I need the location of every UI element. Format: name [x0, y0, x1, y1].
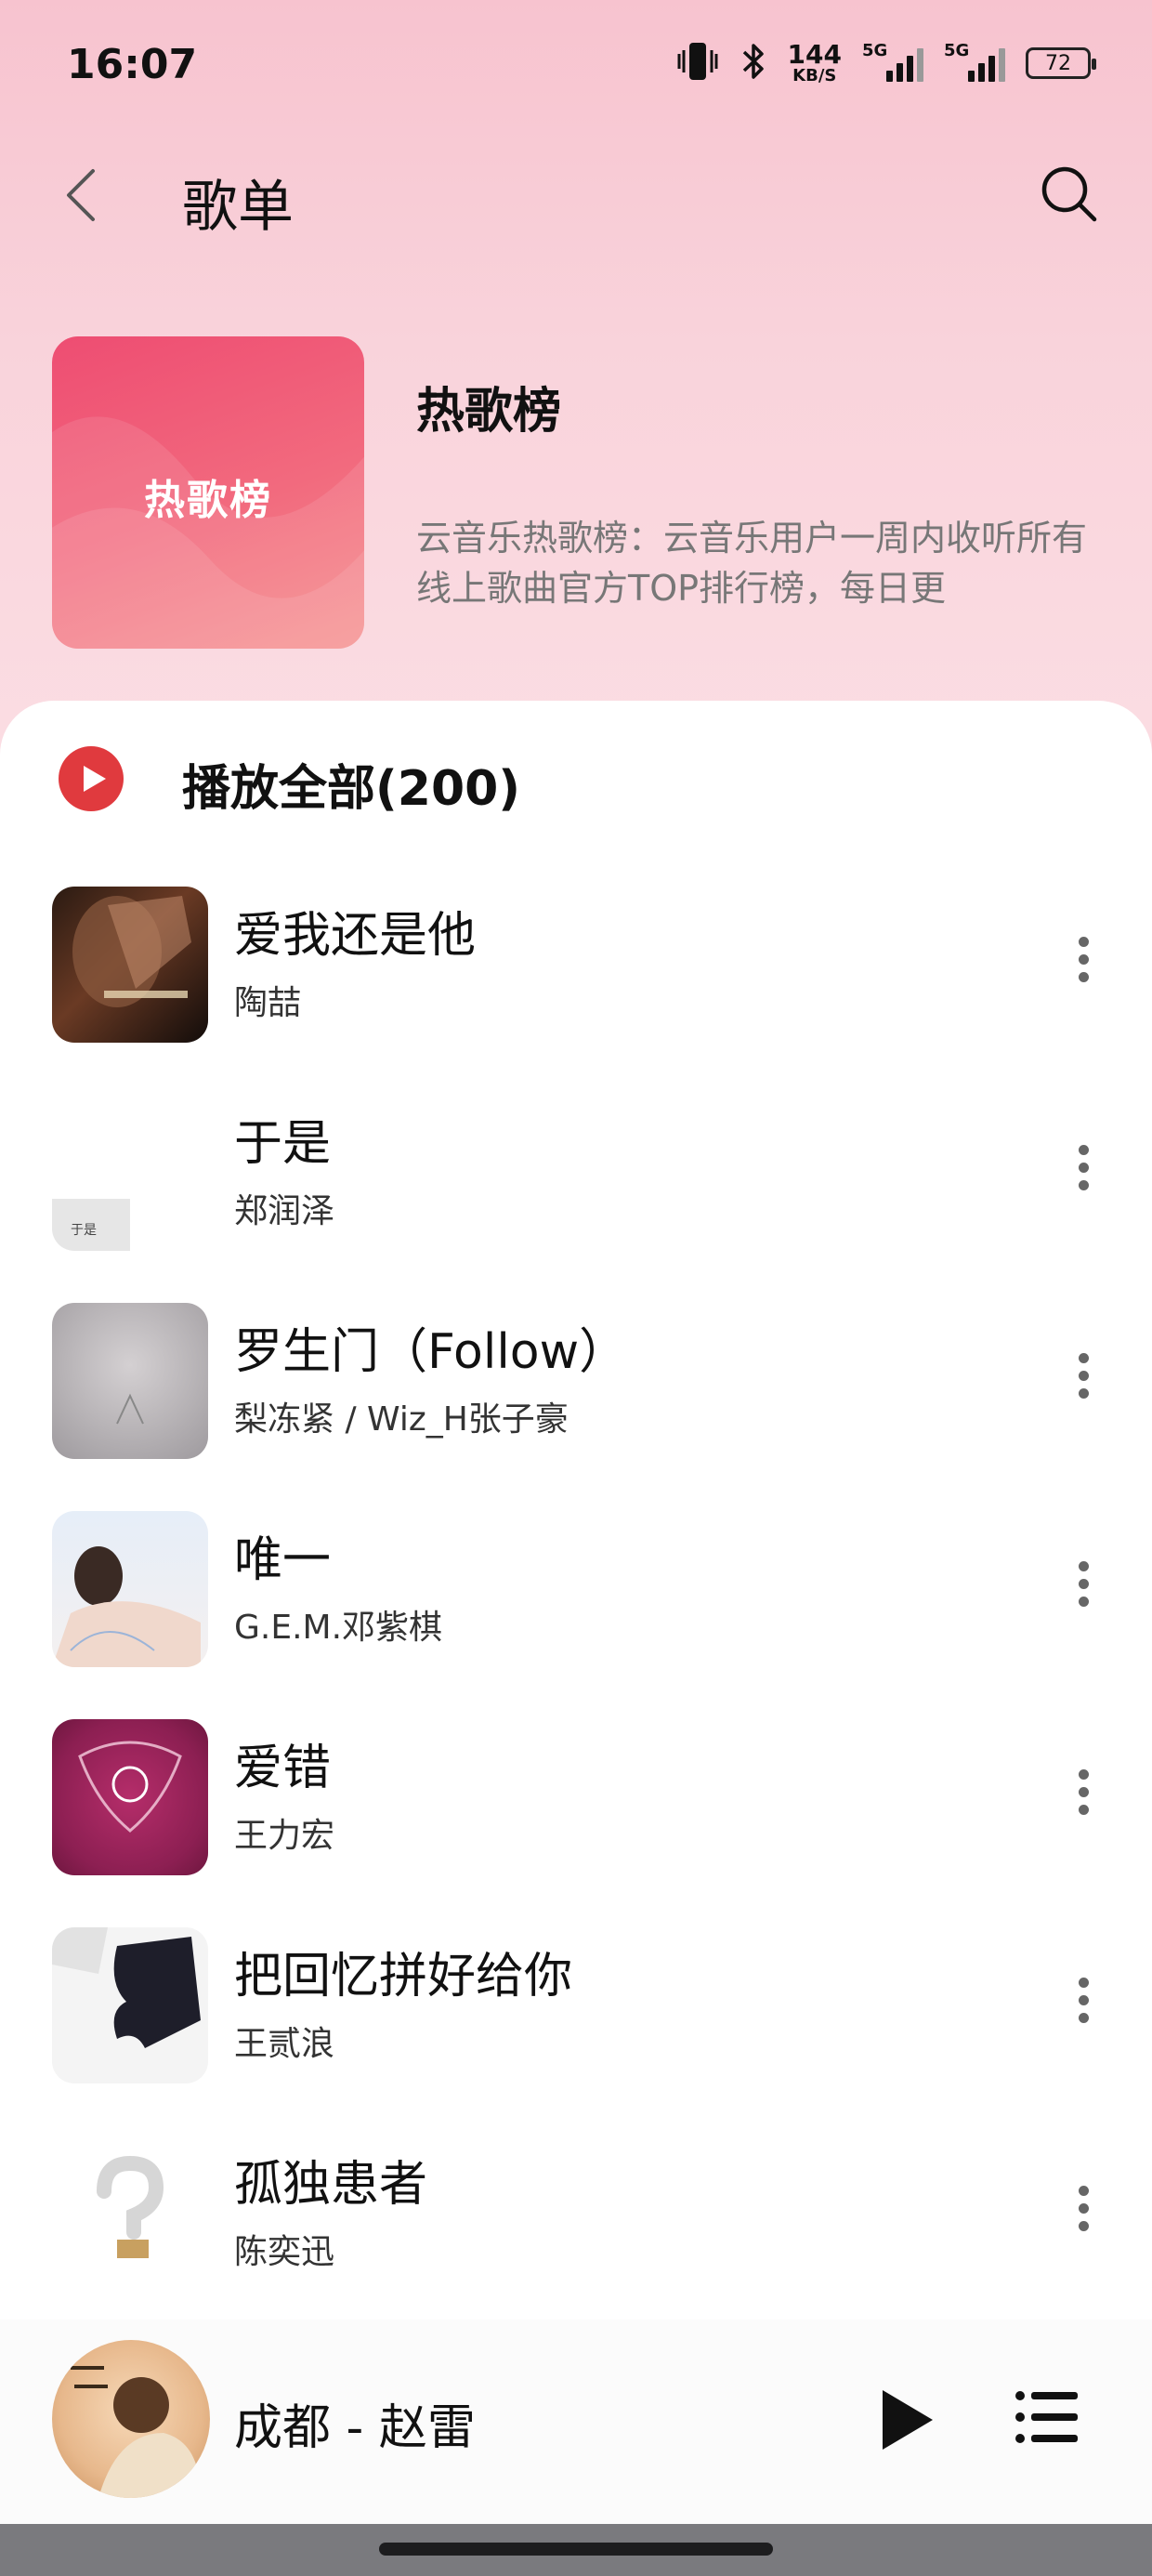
song-row[interactable]: 爱我还是他 陶喆 [0, 859, 1152, 1067]
sim2-label: 5G [944, 41, 970, 60]
more-options-icon[interactable] [1072, 937, 1094, 992]
playlist-title: 热歌榜 [416, 384, 562, 440]
home-indicator[interactable] [379, 2543, 773, 2556]
album-art [52, 1719, 208, 1875]
bluetooth-icon [740, 41, 767, 85]
signal-sim2-icon: 5G [944, 41, 1005, 82]
song-artist: 陶喆 [234, 984, 302, 1022]
now-playing-title: 成都 - 赵雷 [234, 2400, 476, 2456]
album-art [52, 1303, 208, 1459]
playlist-queue-icon[interactable] [1015, 2388, 1078, 2446]
album-art: 于是 [52, 1095, 208, 1251]
song-artist: 梨冻紧 / Wiz_H张子豪 [234, 1400, 569, 1439]
song-title: 唯一 [234, 1532, 332, 1588]
song-row[interactable]: 爱错 王力宏 [0, 1691, 1152, 1899]
cover-text: 热歌榜 [144, 477, 272, 524]
album-art [52, 887, 208, 1043]
sim1-label: 5G [862, 41, 888, 60]
playlist-cover: 热歌榜 [52, 336, 364, 649]
song-title: 孤独患者 [234, 2157, 428, 2213]
song-row[interactable]: 孤独患者 陈奕迅 [0, 2108, 1152, 2316]
network-speed-value: 144 [787, 39, 842, 70]
more-options-icon[interactable] [1072, 1561, 1094, 1617]
network-speed-unit: KB/S [792, 66, 837, 85]
top-nav: 歌单 [0, 149, 1152, 242]
status-bar: 16:07 144 KB/S 5G 5G 72 [0, 0, 1152, 139]
play-icon[interactable] [877, 2386, 936, 2453]
signal-sim1-icon: 5G [862, 41, 923, 82]
battery-icon: 72 [1026, 47, 1096, 79]
song-title: 把回忆拼好给你 [234, 1949, 573, 2004]
system-navigation-bar [0, 2524, 1152, 2576]
album-art [52, 1927, 208, 2083]
more-options-icon[interactable] [1072, 1769, 1094, 1825]
playlist-description[interactable]: 云音乐热歌榜：云音乐用户一周内收听所有线上歌曲官方TOP排行榜，每日更 [416, 513, 1094, 613]
more-options-icon[interactable] [1072, 1978, 1094, 2033]
song-title: 于是 [234, 1116, 332, 1172]
song-row[interactable]: 把回忆拼好给你 王贰浪 [0, 1899, 1152, 2108]
song-artist: 王力宏 [234, 1817, 335, 1855]
more-options-icon[interactable] [1072, 1145, 1094, 1201]
svg-text:于是: 于是 [71, 1223, 97, 1238]
album-art [52, 2136, 208, 2292]
vibrate-icon [676, 41, 719, 85]
song-title: 爱错 [234, 1741, 332, 1796]
status-icons: 144 KB/S 5G 5G 72 [676, 41, 1096, 85]
song-artist: 王贰浪 [234, 2025, 335, 2063]
network-speed: 144 KB/S [788, 42, 842, 85]
more-options-icon[interactable] [1072, 1353, 1094, 1409]
page-title: 歌单 [182, 175, 294, 240]
battery-level: 72 [1045, 51, 1071, 75]
status-time: 16:07 [67, 41, 198, 88]
more-options-icon[interactable] [1072, 2186, 1094, 2241]
play-all-label: 播放全部(200) [182, 761, 521, 817]
song-title: 爱我还是他 [234, 908, 477, 964]
song-row[interactable]: 罗生门（Follow） 梨冻紧 / Wiz_H张子豪 [0, 1275, 1152, 1483]
now-playing-album-art[interactable] [52, 2340, 210, 2498]
search-icon[interactable] [1039, 164, 1100, 225]
play-circle-icon [58, 745, 124, 812]
song-row[interactable]: 唯一 G.E.M.邓紫棋 [0, 1483, 1152, 1691]
song-artist: 陈奕迅 [234, 2233, 335, 2271]
album-art [52, 1511, 208, 1667]
song-artist: G.E.M.邓紫棋 [234, 1609, 443, 1647]
song-title: 罗生门（Follow） [234, 1324, 628, 1380]
play-all-button[interactable]: 播放全部(200) [0, 701, 1152, 859]
song-artist: 郑润泽 [234, 1192, 335, 1230]
song-list-card: 播放全部(200) 爱我还是他 陶喆 于是 于是 郑润泽 罗生门（Follow）… [0, 701, 1152, 2373]
back-icon[interactable] [56, 165, 111, 225]
mini-player[interactable]: 成都 - 赵雷 [0, 2320, 1152, 2524]
song-row[interactable]: 于是 于是 郑润泽 [0, 1067, 1152, 1275]
